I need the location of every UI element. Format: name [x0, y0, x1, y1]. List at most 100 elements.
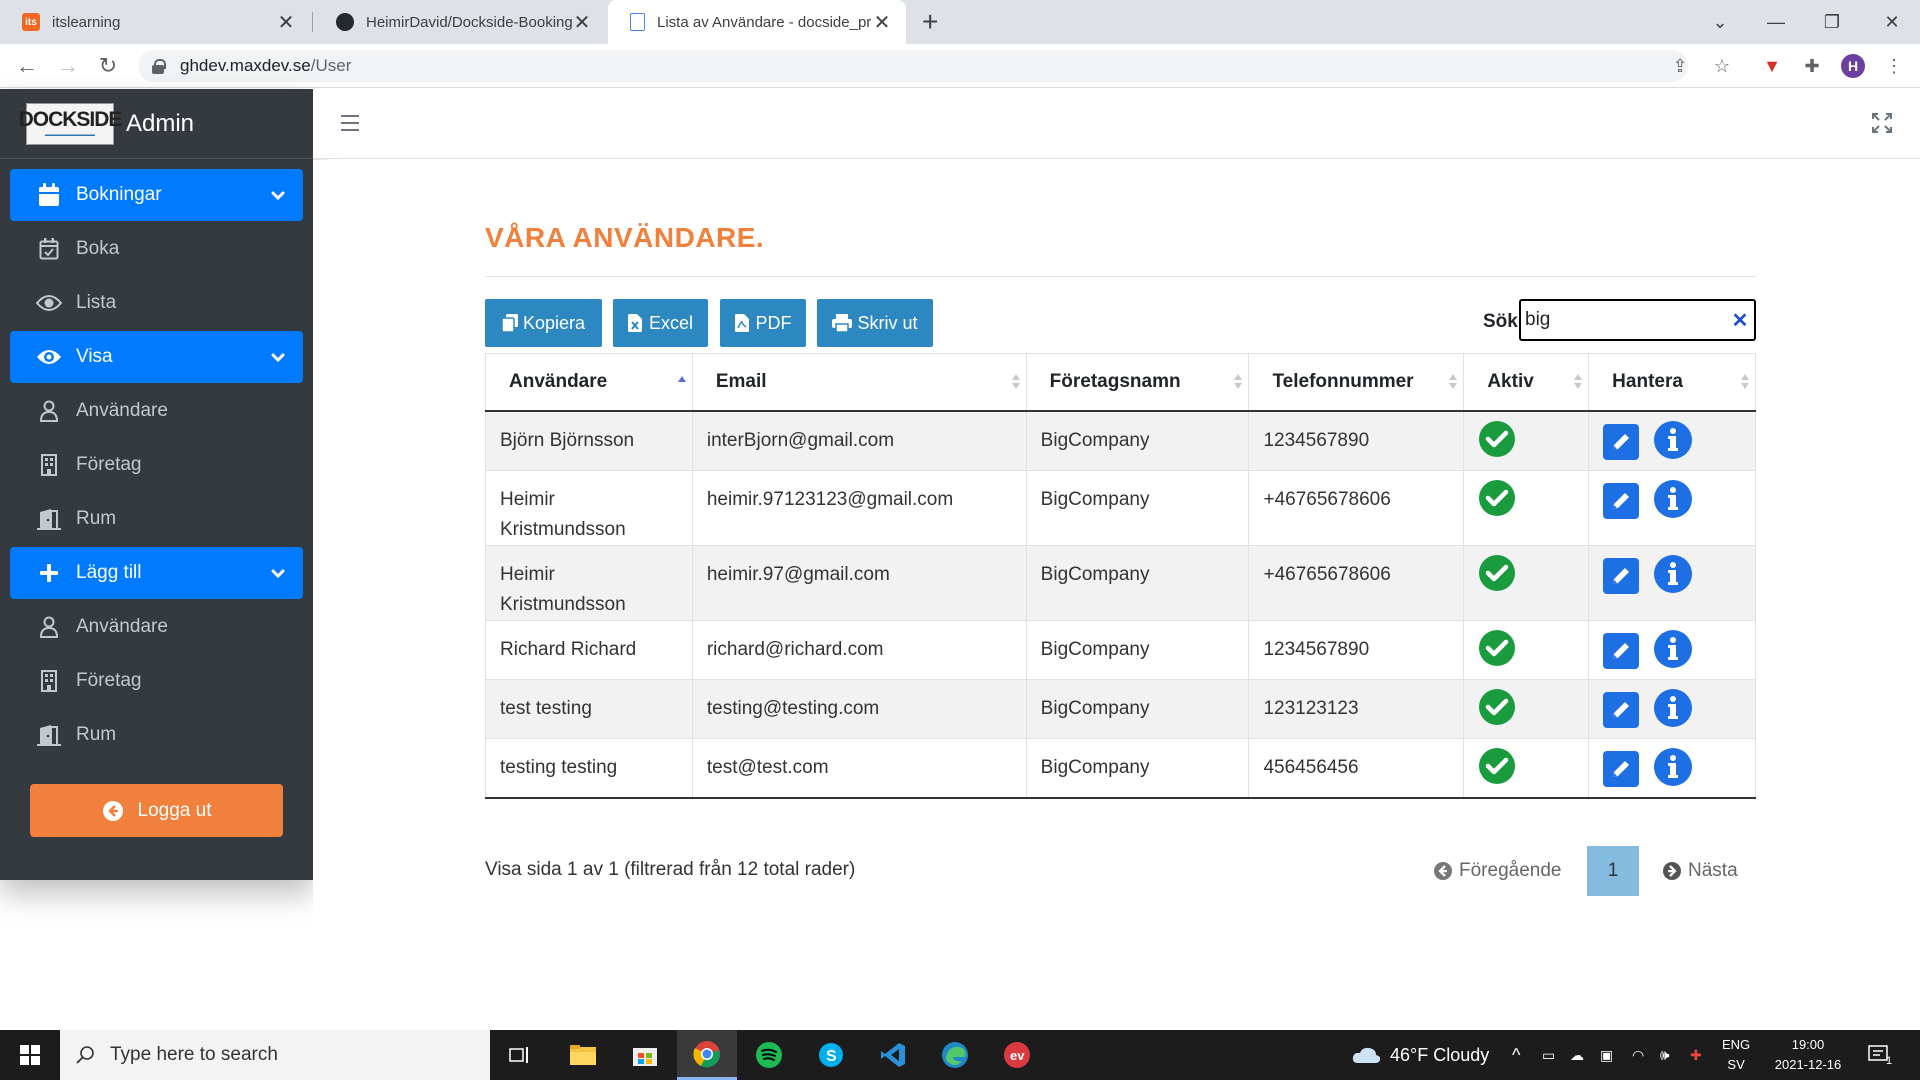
users-table: Användare Email Företagsnamn Telefonnumm… — [485, 353, 1756, 799]
sidebar-item-visa-foretag[interactable]: Företag — [10, 439, 303, 491]
brand-link[interactable]: DOCKSIDE ▬▬▬▬▬▬▬▬▬▬ Admin — [0, 89, 313, 159]
column-header-anvandare[interactable]: Användare — [485, 353, 693, 412]
pocket-extension-icon[interactable]: ▼ — [1760, 54, 1784, 78]
chrome-icon[interactable] — [677, 1030, 737, 1080]
sidebar-item-bokningar[interactable]: Bokningar — [10, 169, 303, 221]
minimize-icon[interactable]: — — [1748, 0, 1804, 44]
pdf-button[interactable]: PDF — [720, 299, 806, 347]
column-header-hantera[interactable]: Hantera — [1588, 353, 1756, 412]
tab-separator — [312, 12, 313, 32]
tab-search-chevron-icon[interactable]: ⌄ — [1692, 0, 1748, 44]
sidebar-item-lagg-till-foretag[interactable]: Företag — [10, 655, 303, 707]
show-hidden-icons[interactable]: ^ — [1512, 1030, 1520, 1080]
search-input[interactable]: big ✕ — [1519, 299, 1756, 341]
sidebar-item-visa[interactable]: Visa — [10, 331, 303, 383]
file-explorer-icon[interactable] — [553, 1030, 613, 1080]
info-icon[interactable] — [1653, 420, 1693, 460]
arrow-circle-left-icon — [1434, 862, 1452, 880]
edit-icon[interactable] — [1603, 750, 1640, 787]
sidebar-item-visa-rum[interactable]: Rum — [10, 493, 303, 545]
windows-start-button[interactable] — [0, 1030, 60, 1080]
sidebar-item-lagg-till[interactable]: Lägg till — [10, 547, 303, 599]
sidebar-item-label: Visa — [76, 346, 113, 367]
previous-page-button[interactable]: Föregående — [1433, 846, 1561, 896]
sidebar-item-lista[interactable]: Lista — [10, 277, 303, 329]
profile-avatar[interactable]: H — [1841, 54, 1865, 78]
tray-cloud-sync-icon[interactable]: ☁ — [1570, 1030, 1584, 1080]
tray-display-icon[interactable]: ▣ — [1600, 1030, 1613, 1080]
forward-icon[interactable]: → — [54, 52, 82, 80]
info-icon[interactable] — [1653, 629, 1693, 669]
tab-github[interactable]: HeimirDavid/Dockside-Booking-f ✕ — [314, 0, 606, 44]
info-icon[interactable] — [1653, 747, 1693, 787]
cell-active — [1463, 619, 1590, 680]
restore-icon[interactable]: ❐ — [1804, 0, 1860, 44]
microsoft-store-icon[interactable] — [615, 1030, 675, 1080]
back-icon[interactable]: ← — [13, 52, 41, 80]
sidebar-item-lagg-till-rum[interactable]: Rum — [10, 709, 303, 761]
info-icon[interactable] — [1653, 479, 1693, 519]
extensions-puzzle-icon[interactable]: ✚ — [1800, 54, 1824, 78]
tray-device-icon[interactable]: ▭ — [1542, 1030, 1555, 1080]
logout-button[interactable]: Logga ut — [30, 784, 283, 837]
eye-icon — [36, 290, 62, 316]
sidebar-item-label: Företag — [76, 670, 142, 691]
fullscreen-icon[interactable] — [1872, 113, 1892, 133]
clock[interactable]: 19:00 2021-12-16 — [1768, 1030, 1848, 1080]
column-header-telefonnummer[interactable]: Telefonnummer — [1248, 353, 1465, 412]
cell-actions — [1588, 619, 1756, 680]
building-icon — [36, 668, 62, 694]
edge-icon[interactable] — [925, 1030, 985, 1080]
column-header-email[interactable]: Email — [691, 353, 1027, 412]
copy-button[interactable]: Kopiera — [485, 299, 602, 347]
skype-icon[interactable]: S — [801, 1030, 861, 1080]
cell-active — [1463, 678, 1590, 739]
more-menu-icon[interactable]: ⋮ — [1882, 54, 1906, 78]
tab-itslearning[interactable]: its itslearning ✕ — [0, 0, 310, 44]
edit-icon[interactable] — [1603, 423, 1640, 460]
close-icon[interactable]: ✕ — [276, 10, 296, 35]
sidebar-item-lagg-till-anvandare[interactable]: Användare — [10, 601, 303, 653]
clear-search-icon[interactable]: ✕ — [1726, 308, 1754, 333]
url-input[interactable]: ghdev.maxdev.se/User — [138, 50, 1688, 82]
weather-widget[interactable]: 46°F Cloudy — [1352, 1030, 1489, 1080]
edit-icon[interactable] — [1603, 632, 1640, 669]
edit-icon[interactable] — [1603, 691, 1640, 728]
brand-title: Admin — [126, 109, 195, 137]
menu-toggle-icon[interactable] — [341, 115, 359, 131]
expressvpn-icon[interactable]: ev — [987, 1030, 1047, 1080]
language-indicator[interactable]: ENG SV — [1722, 1030, 1750, 1080]
sidebar-item-visa-anvandare[interactable]: Användare — [10, 385, 303, 437]
column-header-aktiv[interactable]: Aktiv — [1463, 353, 1590, 412]
user-icon — [36, 614, 62, 640]
spotify-icon[interactable] — [739, 1030, 799, 1080]
new-tab-button[interactable]: + — [922, 6, 938, 38]
next-page-button[interactable]: Nästa — [1662, 846, 1738, 896]
print-button[interactable]: Skriv ut — [817, 299, 933, 347]
reload-icon[interactable]: ↻ — [94, 52, 122, 80]
vscode-icon[interactable] — [863, 1030, 923, 1080]
page-1-button[interactable]: 1 — [1587, 846, 1639, 896]
excel-button[interactable]: Excel — [613, 299, 708, 347]
close-icon[interactable]: ✕ — [572, 10, 592, 35]
notification-center-icon[interactable]: 1 — [1868, 1030, 1892, 1080]
info-icon[interactable] — [1653, 688, 1693, 728]
tab-title: itslearning — [52, 13, 121, 31]
window-close-icon[interactable]: ✕ — [1864, 0, 1920, 44]
share-icon[interactable]: ⇪ — [1668, 54, 1692, 78]
column-header-foretagsnamn[interactable]: Företagsnamn — [1025, 353, 1250, 412]
edit-icon[interactable] — [1603, 482, 1640, 519]
copy-icon — [501, 314, 518, 333]
taskbar-search-input[interactable]: Type here to search — [60, 1030, 490, 1080]
edit-icon[interactable] — [1603, 557, 1640, 594]
sidebar-item-boka[interactable]: Boka — [10, 223, 303, 275]
tab-user-list[interactable]: Lista av Användare - docside_pro ✕ — [608, 0, 906, 44]
close-icon[interactable]: ✕ — [872, 10, 892, 35]
tray-app-icon[interactable]: ✚ — [1690, 1030, 1702, 1080]
url-host: ghdev.maxdev.se — [180, 56, 311, 75]
volume-icon[interactable]: 🕪 — [1660, 1030, 1669, 1080]
wifi-icon[interactable]: ◠ — [1632, 1030, 1644, 1080]
task-view-icon[interactable] — [490, 1030, 550, 1080]
info-icon[interactable] — [1653, 554, 1693, 594]
bookmark-star-icon[interactable]: ☆ — [1710, 54, 1734, 78]
